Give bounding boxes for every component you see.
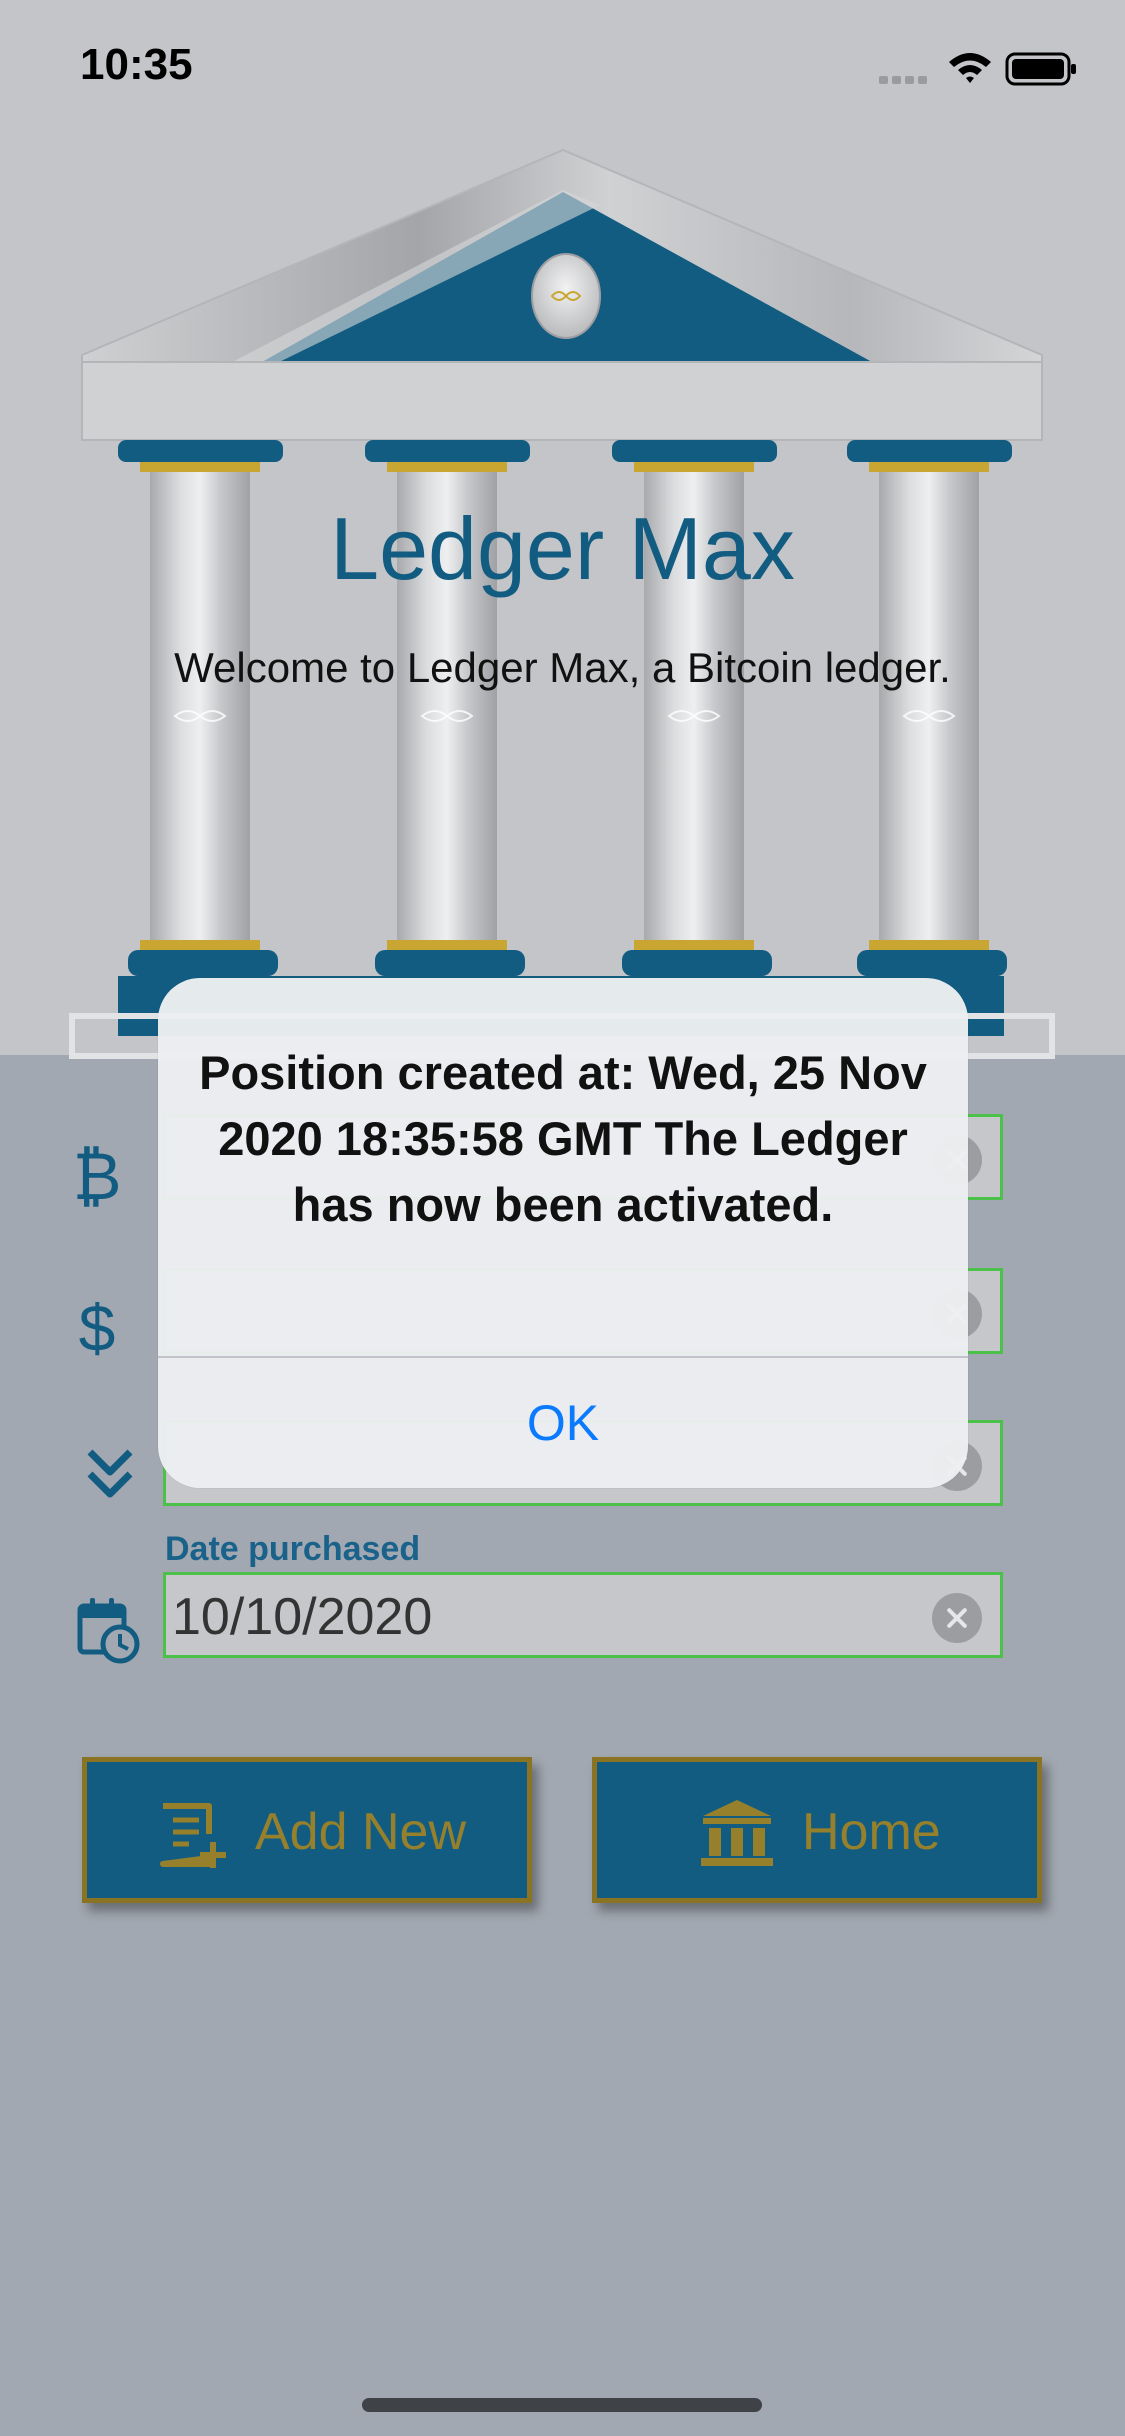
app-subtitle: Welcome to Ledger Max, a Bitcoin ledger. — [174, 644, 951, 691]
battery-icon — [1005, 52, 1076, 86]
add-document-icon — [160, 1803, 226, 1868]
alert-dialog: Position created at: Wed, 25 Nov 2020 18… — [158, 978, 968, 1488]
add-new-button[interactable]: Add New — [82, 1757, 532, 1903]
column-ornaments — [173, 710, 956, 722]
signal-icon — [879, 76, 927, 84]
status-time: 10:35 — [80, 40, 193, 89]
temple-illustration — [69, 148, 1055, 1059]
app-title: Ledger Max — [330, 499, 795, 598]
double-chevron-down-icon — [87, 1449, 133, 1498]
date-purchased-label: Date purchased — [165, 1530, 421, 1568]
calendar-clock-icon — [77, 1598, 140, 1664]
wifi-icon — [949, 53, 991, 83]
dollar-icon: $ — [78, 1291, 116, 1365]
date-purchased-field[interactable]: 10/10/2020 — [163, 1572, 1003, 1658]
bitcoin-icon: ₿ — [72, 1139, 122, 1213]
date-purchased-value[interactable]: 10/10/2020 — [172, 1587, 432, 1647]
alert-message: Position created at: Wed, 25 Nov 2020 18… — [199, 1046, 927, 1231]
home-button[interactable]: Home — [592, 1757, 1042, 1903]
status-icons — [879, 52, 1076, 86]
ok-button[interactable]: OK — [158, 1358, 968, 1488]
status-bar: 10:35 — [0, 0, 1125, 140]
home-indicator[interactable] — [362, 2398, 762, 2412]
home-label: Home — [802, 1803, 941, 1861]
clear-icon[interactable] — [932, 1593, 982, 1643]
bank-icon — [701, 1800, 773, 1866]
screen: 10:35 Ledger Max Welcome to Ledger Max, … — [0, 0, 1125, 2436]
add-new-label: Add New — [255, 1803, 466, 1861]
